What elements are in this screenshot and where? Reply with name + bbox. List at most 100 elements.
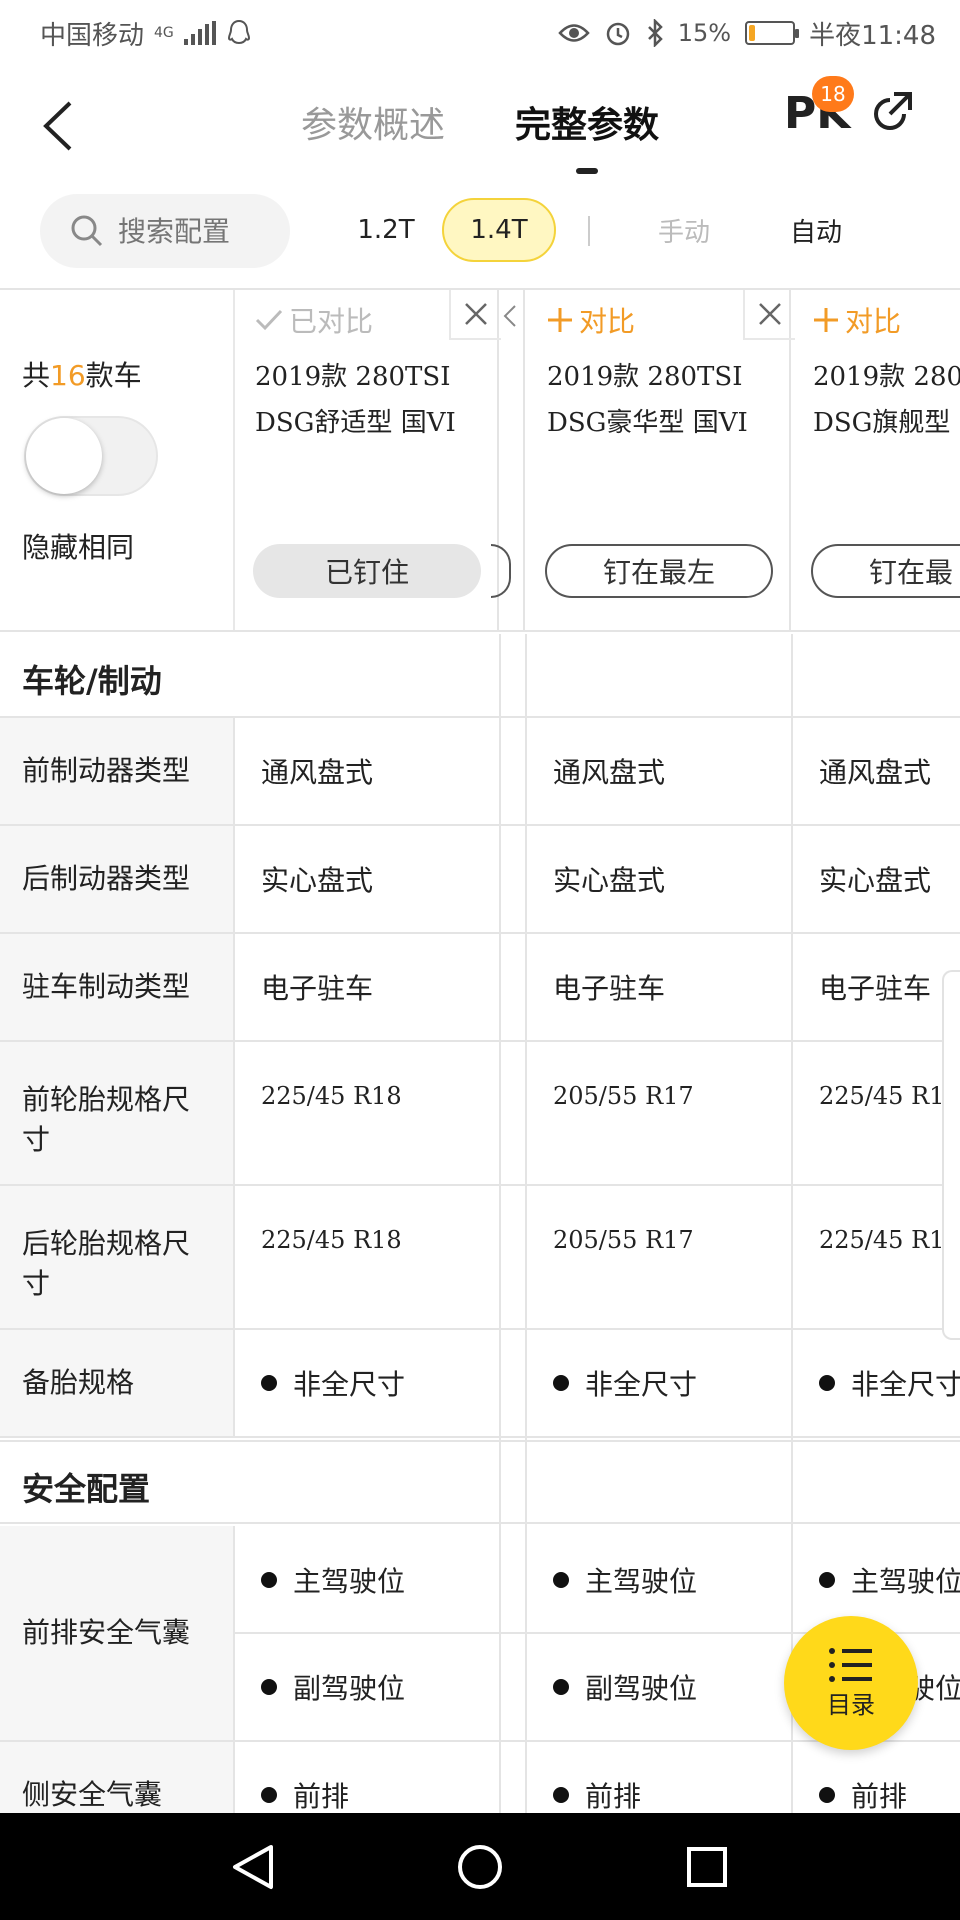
- plus-icon: [548, 308, 572, 332]
- row-label: 后制动器类型: [0, 826, 235, 932]
- table-row: 驻车制动类型 电子驻车 电子驻车 电子驻车: [0, 934, 960, 1042]
- row-label: 前制动器类型: [0, 718, 235, 824]
- catalog-button[interactable]: 目录: [784, 1616, 918, 1750]
- car-name-3: 2019款 280TDSG旗舰型: [813, 362, 960, 438]
- bullet-icon: [553, 1375, 569, 1391]
- system-nav-bar: [0, 1813, 960, 1920]
- bullet-icon: [553, 1572, 569, 1588]
- compare-toggle-3[interactable]: 对比: [813, 300, 901, 340]
- share-button[interactable]: [868, 90, 918, 140]
- column-divider: [791, 634, 793, 1813]
- remove-car-button-2[interactable]: [743, 290, 795, 340]
- bullet-icon: [819, 1787, 835, 1803]
- pin-button-1[interactable]: 已钉住: [253, 544, 481, 598]
- pin-button-2[interactable]: 钉在最左: [545, 544, 773, 598]
- engine-chip-1-4t[interactable]: 1.4T: [442, 198, 556, 262]
- nav-back-button[interactable]: [223, 1837, 283, 1897]
- table-cell: 副驾驶位: [237, 1634, 499, 1740]
- table-cell: 非全尺寸: [795, 1330, 960, 1436]
- battery-percent: 15%: [677, 19, 732, 47]
- search-icon: [71, 215, 103, 247]
- compare-toggle-1[interactable]: 已对比: [255, 300, 373, 340]
- bullet-icon: [261, 1787, 277, 1803]
- comparison-table[interactable]: 共16款车 隐藏相同 已对比 2019款 280TSI DSG舒适型 国VI 已钉…: [0, 288, 960, 1813]
- column-divider: [499, 634, 501, 1813]
- table-cell: 前排: [529, 1742, 791, 1813]
- pk-count-badge: 18: [812, 76, 854, 112]
- pin-button-3[interactable]: 钉在最: [811, 544, 960, 598]
- alarm-icon: [606, 22, 629, 46]
- share-icon: [874, 92, 912, 130]
- list-icon: [829, 1647, 872, 1682]
- section-wheels-brakes: 车轮/制动: [0, 634, 960, 718]
- section-safety: 安全配置: [0, 1440, 960, 1524]
- bullet-icon: [261, 1679, 277, 1695]
- circle-home-icon: [457, 1844, 502, 1889]
- close-icon: [465, 303, 487, 325]
- car-column-1: 已对比 2019款 280TSI DSG舒适型 国VI 已钉住: [235, 290, 501, 630]
- qq-icon: [227, 19, 250, 45]
- square-recents-icon: [686, 1846, 727, 1887]
- table-cell: 225/45 R18: [261, 1082, 402, 1110]
- table-cell: 电子驻车: [553, 972, 666, 1005]
- search-box[interactable]: [40, 194, 290, 268]
- nav-recents-button[interactable]: [677, 1837, 737, 1897]
- engine-chip-1-2t[interactable]: 1.2T: [344, 198, 428, 262]
- table-cell: 通风盘式: [819, 756, 932, 789]
- car-column-3: 对比 2019款 280TDSG旗舰型 钉在最: [793, 290, 960, 630]
- top-header: 参数概述 完整参数 PK 18: [0, 66, 960, 186]
- car-name-1: 2019款 280TSI DSG舒适型 国VI: [255, 362, 456, 438]
- table-cell: 通风盘式: [261, 756, 374, 789]
- bullet-icon: [553, 1679, 569, 1695]
- table-cell: 实心盘式: [553, 864, 666, 897]
- column-divider: [525, 634, 527, 1813]
- hide-same-label: 隐藏相同: [22, 531, 135, 564]
- table-cell: 225/45 R18: [261, 1226, 402, 1254]
- filter-bar: 1.2T 1.4T 手动 自动: [0, 186, 960, 288]
- bullet-icon: [819, 1375, 835, 1391]
- table-cell: 非全尺寸: [529, 1330, 791, 1436]
- table-cell: 225/45 R18: [819, 1226, 960, 1254]
- table-cell: 205/55 R17: [553, 1226, 694, 1254]
- summary-column: 共16款车 隐藏相同: [0, 290, 235, 630]
- table-cell: 通风盘式: [553, 756, 666, 789]
- table-cell: 非全尺寸: [237, 1330, 499, 1436]
- network-type: 4G: [154, 25, 174, 41]
- table-cell: 前排: [237, 1742, 499, 1813]
- carrier-label: 中国移动: [40, 20, 145, 51]
- row-label: 后轮胎规格尺寸: [0, 1186, 235, 1328]
- clock: 半夜11:48: [809, 20, 936, 51]
- transmission-chip-manual[interactable]: 手动: [636, 198, 732, 262]
- nav-home-button[interactable]: [450, 1837, 510, 1897]
- car-header-row: 共16款车 隐藏相同 已对比 2019款 280TSI DSG舒适型 国VI 已钉…: [0, 290, 960, 632]
- tab-full-params[interactable]: 完整参数: [515, 96, 659, 148]
- table-cell: 主驾驶位: [529, 1526, 791, 1634]
- bullet-icon: [819, 1572, 835, 1588]
- bullet-icon: [261, 1572, 277, 1588]
- check-icon: [255, 309, 283, 331]
- bluetooth-icon: [647, 19, 663, 47]
- tab-overview[interactable]: 参数概述: [301, 96, 445, 148]
- row-label: 前轮胎规格尺寸: [0, 1042, 235, 1184]
- scroll-indicator[interactable]: [942, 970, 960, 1340]
- table-cell: 副驾驶位: [529, 1634, 791, 1740]
- battery-icon: [745, 21, 800, 45]
- eye-icon: [558, 24, 590, 42]
- compare-toggle-2[interactable]: 对比: [547, 300, 635, 340]
- row-label: 前排安全气囊: [0, 1526, 235, 1740]
- search-input[interactable]: [118, 214, 278, 248]
- remove-car-button-1[interactable]: [449, 290, 501, 340]
- table-cell: 实心盘式: [819, 864, 932, 897]
- table-cell: 主驾驶位: [237, 1526, 499, 1634]
- table-row: 后制动器类型 实心盘式 实心盘式 实心盘式: [0, 826, 960, 934]
- table-cell: 电子驻车: [261, 972, 374, 1005]
- transmission-chip-auto[interactable]: 自动: [768, 198, 864, 262]
- section-title: 安全配置: [22, 1470, 151, 1508]
- row-label: 备胎规格: [0, 1330, 235, 1436]
- filter-divider: [588, 216, 590, 246]
- catalog-label: 目录: [827, 1690, 875, 1719]
- table-cell: 前排: [795, 1742, 960, 1813]
- hide-same-toggle[interactable]: [24, 416, 158, 496]
- toggle-knob: [26, 418, 102, 494]
- hidden-car-edge: [491, 290, 525, 630]
